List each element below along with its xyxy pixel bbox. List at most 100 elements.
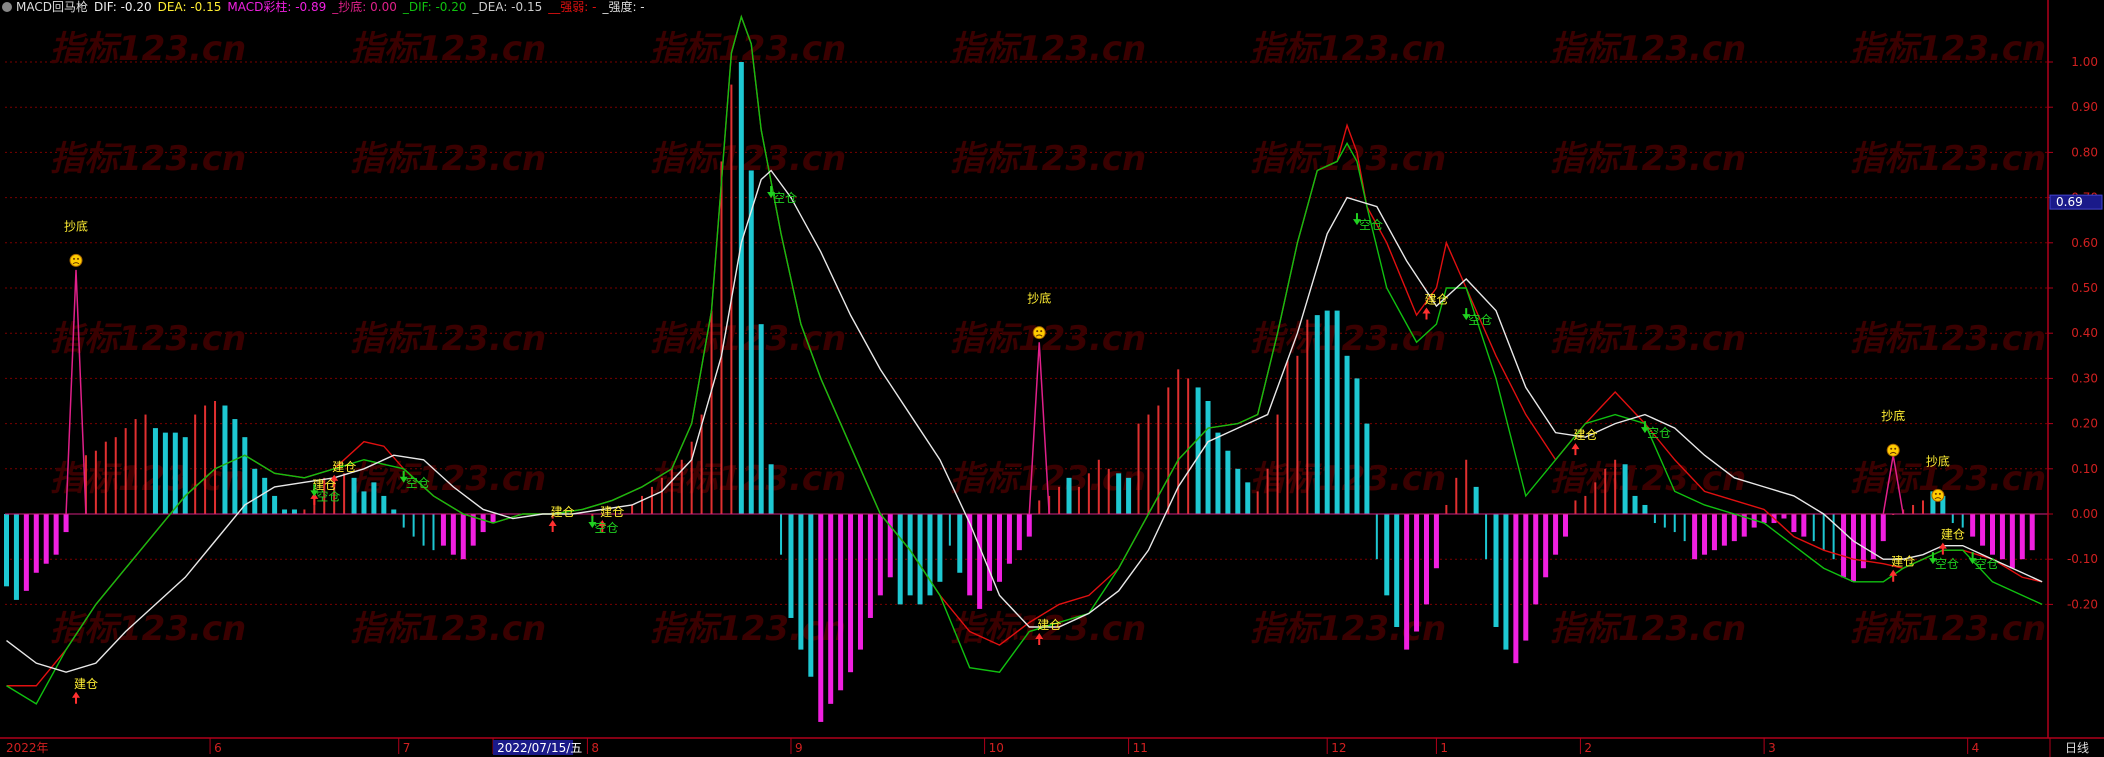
macd-bar [670, 468, 673, 514]
sad-face-icon [69, 253, 83, 267]
face-eye [73, 257, 76, 260]
macd-bar [1999, 514, 2005, 560]
buy-label: 建仓 [1424, 293, 1448, 307]
watermark-text: 指标123.cn [1550, 609, 1746, 649]
macd-bar [172, 432, 178, 514]
macd-bar [768, 464, 774, 514]
watermark-text: 指标123.cn [50, 139, 246, 179]
macd-bar [1058, 486, 1061, 514]
face-eye [1894, 447, 1897, 450]
macd-bar [1433, 514, 1439, 569]
period-label: 日线 [2065, 741, 2089, 755]
macd-bar [680, 459, 683, 514]
macd-bar [867, 514, 873, 618]
macd-bar [282, 509, 288, 514]
macd-bar [1731, 514, 1737, 542]
macd-bar [1543, 514, 1549, 578]
macd-bar [1604, 468, 1607, 514]
macd-bar [194, 414, 197, 514]
sell-label: 空仓 [406, 476, 430, 490]
buy-label: 建仓 [551, 505, 575, 519]
macd-bar [2019, 514, 2025, 560]
watermark-text: 指标123.cn [650, 319, 846, 359]
macd-bar [1177, 369, 1180, 514]
chaodi-label: 抄底 [64, 218, 88, 233]
watermark-text: 指标123.cn [1550, 319, 1746, 359]
watermark-text: 指标123.cn [950, 319, 1146, 359]
indicator-header: MACD回马枪 DIF: -0.20 DEA: -0.15 MACD彩柱: -0.89… [0, 0, 651, 14]
buy-label: 建仓 [1573, 428, 1597, 442]
macd-bar [432, 514, 435, 551]
macd-bar [402, 514, 405, 528]
macd-bar [1801, 514, 1807, 537]
macd-bar [214, 401, 217, 514]
macd-bar [838, 514, 844, 691]
macd-bar [997, 514, 1002, 582]
macd-bar [1167, 387, 1170, 514]
macd-bar [480, 514, 486, 533]
macd-bar [1245, 482, 1251, 514]
macd-bar [303, 509, 306, 514]
macd-bar [1195, 387, 1201, 514]
macd-bar [94, 450, 97, 514]
buy-arrow-icon [1889, 569, 1898, 582]
macd-bar [1822, 514, 1825, 551]
macd-bar [650, 486, 653, 514]
macd-bar [182, 437, 188, 514]
x-tick-label: 8 [591, 741, 599, 755]
macd-bar [351, 477, 357, 514]
settings-circle-icon[interactable] [2, 2, 12, 12]
watermark-text: 指标123.cn [50, 459, 246, 499]
macd-bar [152, 428, 158, 514]
macd-bar [977, 514, 983, 609]
watermarks: 指标123.cn 指标123.cn 指标123.cn 指标123.cn 指标123.cn… [50, 29, 2046, 649]
macd-bar [33, 514, 39, 573]
current-value-label: 0.69 [2056, 195, 2083, 209]
macd-bar [63, 514, 69, 533]
chaodi-value: _抄底: 0.00 [332, 0, 397, 14]
macd-bar [1225, 450, 1231, 514]
macd-bar [641, 495, 644, 514]
macd-bar [204, 405, 207, 514]
y-tick-label: -0.10 [2067, 552, 2098, 566]
chaodi-label: 抄底 [1926, 453, 1950, 468]
macd-bar [252, 468, 258, 514]
macd-bar [1235, 468, 1241, 514]
y-tick-label: 1.00 [2071, 55, 2098, 69]
indicator-name[interactable]: MACD回马枪 [16, 0, 88, 14]
macd-bar [1513, 514, 1519, 664]
sell-label: 空仓 [1359, 218, 1383, 232]
buy-label: 建仓 [600, 505, 624, 519]
y-tick-label: 0.30 [2071, 371, 2098, 385]
macd-bar [788, 514, 794, 618]
macd-bar [134, 419, 137, 514]
macd-bar [1414, 514, 1420, 632]
macd-bar [272, 495, 278, 514]
watermark-text: 指标123.cn [350, 459, 546, 499]
macd-bar [371, 482, 377, 514]
macd-bar [818, 514, 824, 722]
macd-bar [460, 514, 466, 560]
buy-label: 建仓 [1941, 528, 1965, 542]
macd-bar [343, 473, 346, 514]
macd-bar [660, 477, 663, 514]
macd-bar [1375, 514, 1378, 560]
macd-bar [1533, 514, 1539, 605]
macd-bar [1384, 514, 1390, 596]
macd-bar [1812, 514, 1815, 542]
buy-arrow-icon [72, 691, 81, 704]
macd-bar [1980, 514, 1986, 546]
macd-bar [857, 514, 863, 650]
macd-bar [1880, 514, 1886, 542]
macd-bar [104, 441, 107, 514]
indicator-lines [5, 14, 2048, 705]
x-tick-label: 12 [1331, 741, 1346, 755]
face-eye [1036, 330, 1039, 333]
macd-bar [144, 414, 147, 514]
macd-chart[interactable]: 指标123.cn 指标123.cn 指标123.cn 指标123.cn 指标123.cn… [0, 0, 2104, 757]
macd-bar [1951, 514, 1954, 524]
macd-bar [232, 419, 238, 514]
macd-bar [1632, 495, 1638, 514]
sad-face-icon [1032, 326, 1046, 340]
macd-bar [720, 161, 723, 514]
